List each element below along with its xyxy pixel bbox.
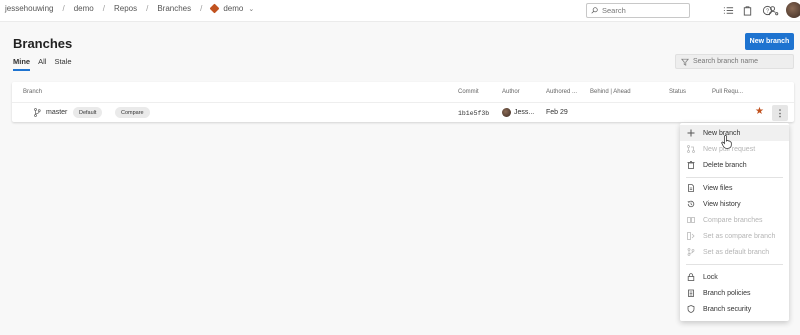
menu-item-set-compare-branch[interactable]: Set as compare branch [680, 228, 789, 244]
branch-context-menu: New branch New pull request Delete branc… [680, 123, 789, 321]
authored-date: Feb 29 [546, 109, 568, 116]
column-header-behind-ahead[interactable]: Behind | Ahead [590, 89, 631, 95]
tab-stale[interactable]: Stale [54, 57, 71, 71]
author-name: Jess... [514, 109, 535, 116]
column-header-status[interactable]: Status [669, 89, 686, 95]
menu-item-label: Delete branch [703, 161, 747, 169]
policy-icon [688, 289, 694, 297]
branches-table: Branch Commit Author Authored ... Behind… [12, 82, 794, 122]
more-actions-button[interactable]: ⋮ [772, 105, 788, 121]
menu-item-label: Branch policies [703, 289, 751, 297]
search-placeholder: Search [602, 6, 626, 15]
user-avatar[interactable] [786, 2, 800, 18]
branch-pivots: Mine All Stale [13, 57, 72, 71]
trash-icon [687, 161, 695, 169]
branch-name-link[interactable]: master [46, 109, 67, 116]
column-header-authored[interactable]: Authored ... [546, 89, 577, 95]
menu-item-new-branch[interactable]: New branch [680, 125, 789, 141]
menu-item-lock[interactable]: Lock [680, 269, 789, 285]
branch-search-placeholder: Search branch name [693, 58, 758, 65]
breadcrumb-separator: / [102, 4, 105, 13]
menu-item-compare-branches[interactable]: Compare branches [680, 212, 789, 228]
filter-icon [681, 58, 689, 66]
menu-item-view-files[interactable]: View files [680, 180, 789, 196]
breadcrumb: jessehouwing / demo / Repos / Branches /… [5, 3, 254, 14]
history-icon [687, 200, 695, 208]
menu-item-delete-branch[interactable]: Delete branch [680, 157, 789, 173]
menu-item-label: Compare branches [703, 216, 763, 224]
breadcrumb-section[interactable]: Repos [114, 4, 137, 13]
compare-badge: Compare [115, 107, 150, 118]
breadcrumb-page[interactable]: Branches [157, 4, 191, 13]
menu-divider [686, 264, 783, 265]
repo-icon [209, 3, 220, 14]
menu-item-new-pull-request[interactable]: New pull request [680, 141, 789, 157]
menu-item-label: Lock [703, 273, 718, 281]
default-badge: Default [73, 107, 103, 118]
user-settings-icon[interactable] [768, 5, 779, 16]
menu-item-label: Branch security [703, 305, 752, 313]
hand-cursor-icon [721, 135, 732, 149]
menu-item-label: View history [703, 200, 741, 208]
pull-request-icon [687, 145, 695, 153]
top-bar: jessehouwing / demo / Repos / Branches /… [0, 0, 800, 22]
search-input[interactable]: Search [586, 3, 690, 18]
chevron-down-icon[interactable]: ⌄ [248, 5, 254, 13]
breadcrumb-org[interactable]: jessehouwing [5, 4, 53, 13]
marketplace-bag-icon[interactable] [742, 5, 753, 16]
list-settings-icon[interactable] [723, 5, 734, 16]
menu-item-view-history[interactable]: View history [680, 196, 789, 212]
column-header-commit[interactable]: Commit [458, 89, 479, 95]
branch-icon [687, 248, 695, 256]
star-icon[interactable]: ★ [755, 107, 764, 117]
search-icon [591, 7, 598, 14]
author-avatar [502, 108, 511, 117]
menu-item-set-default-branch[interactable]: Set as default branch [680, 244, 789, 260]
commit-link[interactable]: 1b1e5f3b [458, 110, 489, 117]
table-row[interactable]: master Default Compare 1b1e5f3b Jess... … [12, 102, 794, 122]
compare-icon [687, 217, 695, 223]
lock-icon [687, 273, 695, 281]
breadcrumb-separator: / [146, 4, 149, 13]
menu-item-label: View files [703, 184, 733, 192]
menu-item-label: Set as default branch [703, 248, 770, 256]
breadcrumb-separator: / [62, 4, 65, 13]
tab-mine[interactable]: Mine [13, 57, 31, 71]
menu-item-branch-security[interactable]: Branch security [680, 301, 789, 317]
column-header-author[interactable]: Author [502, 89, 520, 95]
compare-set-icon [687, 232, 695, 240]
breadcrumb-repo[interactable]: demo [223, 4, 243, 13]
file-icon [688, 184, 694, 192]
menu-item-branch-policies[interactable]: Branch policies [680, 285, 789, 301]
new-branch-button[interactable]: New branch [745, 33, 794, 50]
branch-search-input[interactable]: Search branch name [675, 54, 794, 69]
breadcrumb-project[interactable]: demo [74, 4, 94, 13]
plus-icon [687, 129, 695, 137]
page-title: Branches [13, 36, 73, 51]
column-header-branch[interactable]: Branch [23, 89, 42, 95]
shield-icon [687, 305, 695, 313]
breadcrumb-separator: / [200, 4, 203, 13]
menu-divider [686, 177, 783, 178]
tab-all[interactable]: All [38, 57, 46, 71]
branch-icon [34, 108, 41, 117]
column-header-pull-requests[interactable]: Pull Requ... [712, 89, 743, 95]
menu-item-label: Set as compare branch [703, 232, 776, 240]
